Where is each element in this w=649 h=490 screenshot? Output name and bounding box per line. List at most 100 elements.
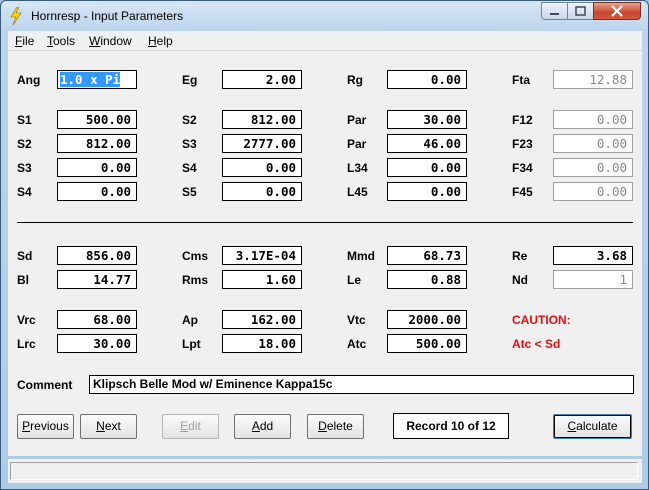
calculate-label: alculate xyxy=(576,419,618,433)
label-f45: F45 xyxy=(512,185,533,199)
field-le[interactable]: 0.88 xyxy=(387,270,467,289)
label-mmd: Mmd xyxy=(347,249,375,263)
menu-tools-label: ools xyxy=(53,34,76,48)
label-s1: S1 xyxy=(17,113,32,127)
maximize-icon xyxy=(575,6,586,16)
close-button[interactable] xyxy=(593,2,641,20)
add-label: dd xyxy=(259,419,274,433)
label-s5: S5 xyxy=(182,185,197,199)
label-fta: Fta xyxy=(512,73,530,87)
calculate-accel: C xyxy=(567,419,577,433)
menu-help-label: elp xyxy=(156,34,173,48)
field-atc[interactable]: 500.00 xyxy=(387,334,467,353)
next-label: ext xyxy=(104,419,121,433)
field-vrc[interactable]: 68.00 xyxy=(57,310,137,329)
menu-bar: File Tools Window Help xyxy=(8,31,642,51)
edit-button: Edit xyxy=(162,414,219,439)
label-sd: Sd xyxy=(17,249,33,263)
label-lpt: Lpt xyxy=(182,337,201,351)
caution-title: CAUTION: xyxy=(512,313,571,327)
field-par-1[interactable]: 30.00 xyxy=(387,110,467,129)
field-lpt[interactable]: 18.00 xyxy=(222,334,302,353)
label-f12: F12 xyxy=(512,113,533,127)
previous-accel: P xyxy=(22,419,31,433)
menu-window-label: indow xyxy=(100,34,132,48)
menu-tools[interactable]: Tools xyxy=(47,34,75,48)
delete-label: elete xyxy=(326,419,353,433)
delete-button[interactable]: Delete xyxy=(307,414,364,439)
comment-field[interactable]: Klipsch Belle Mod w/ Eminence Kappa15c xyxy=(89,375,634,394)
field-s2-bottom[interactable]: 812.00 xyxy=(57,134,137,153)
label-par-1: Par xyxy=(347,113,367,127)
field-s2-top[interactable]: 812.00 xyxy=(222,110,302,129)
field-vtc[interactable]: 2000.00 xyxy=(387,310,467,329)
maximize-button[interactable] xyxy=(567,2,594,20)
field-s4-top[interactable]: 0.00 xyxy=(222,158,302,177)
label-nd: Nd xyxy=(512,273,528,287)
label-rg: Rg xyxy=(347,73,363,87)
field-eg[interactable]: 2.00 xyxy=(222,70,302,89)
field-l45[interactable]: 0.00 xyxy=(387,182,467,201)
label-bl: Bl xyxy=(17,273,29,287)
label-s2-bottom: S2 xyxy=(17,137,32,151)
label-ang: Ang xyxy=(17,73,41,87)
menu-file-label: ile xyxy=(22,34,35,48)
field-fta: 12.88 xyxy=(553,70,633,89)
calculate-button[interactable]: Calculate xyxy=(553,414,632,439)
field-lrc[interactable]: 30.00 xyxy=(57,334,137,353)
status-bar xyxy=(8,459,642,483)
previous-button[interactable]: Previous xyxy=(17,414,74,439)
menu-file[interactable]: File xyxy=(15,34,34,48)
edit-accel: E xyxy=(180,419,189,433)
menu-window[interactable]: Window xyxy=(89,34,132,48)
field-par-2[interactable]: 46.00 xyxy=(387,134,467,153)
field-s3-top[interactable]: 2777.00 xyxy=(222,134,302,153)
label-le: Le xyxy=(347,273,362,287)
input-parameters-panel: Ang 1.0 x Pi Eg 2.00 Rg 0.00 Fta 12.88 S… xyxy=(8,51,642,456)
menu-window-accel: W xyxy=(89,34,101,48)
field-cms[interactable]: 3.17E-04 xyxy=(222,246,302,265)
next-button[interactable]: Next xyxy=(80,414,137,439)
label-ap: Ap xyxy=(182,313,198,327)
label-s2-top: S2 xyxy=(182,113,197,127)
title-bar[interactable]: Hornresp - Input Parameters xyxy=(1,1,648,31)
label-l34: L34 xyxy=(347,161,368,175)
record-indicator: Record 10 of 12 xyxy=(393,413,509,439)
caution-message: Atc < Sd xyxy=(512,337,561,351)
field-ang[interactable]: 1.0 x Pi xyxy=(57,70,137,89)
field-s3-bottom[interactable]: 0.00 xyxy=(57,158,137,177)
label-re: Re xyxy=(512,249,528,263)
delete-accel: D xyxy=(318,419,327,433)
add-accel: A xyxy=(251,419,260,433)
field-rms[interactable]: 1.60 xyxy=(222,270,302,289)
field-s1[interactable]: 500.00 xyxy=(57,110,137,129)
minimize-icon xyxy=(550,13,559,15)
field-ap[interactable]: 162.00 xyxy=(222,310,302,329)
section-divider xyxy=(17,222,633,223)
edit-label: dit xyxy=(188,419,201,433)
field-sd[interactable]: 856.00 xyxy=(57,246,137,265)
field-rg[interactable]: 0.00 xyxy=(387,70,467,89)
field-ang-selected-text: 1.0 x Pi xyxy=(60,72,121,87)
add-button[interactable]: Add xyxy=(234,414,291,439)
label-vrc: Vrc xyxy=(17,313,36,327)
field-bl[interactable]: 14.77 xyxy=(57,270,137,289)
label-comment: Comment xyxy=(17,378,73,392)
field-re[interactable]: 3.68 xyxy=(553,246,633,265)
field-s4-bottom[interactable]: 0.00 xyxy=(57,182,137,201)
label-rms: Rms xyxy=(182,273,209,287)
label-s3-bottom: S3 xyxy=(17,161,32,175)
minimize-button[interactable] xyxy=(541,2,568,20)
lightning-bolt-icon xyxy=(10,7,22,25)
close-icon xyxy=(611,5,623,17)
field-nd: 1 xyxy=(553,270,633,289)
field-l34[interactable]: 0.00 xyxy=(387,158,467,177)
label-cms: Cms xyxy=(182,249,209,263)
label-s3-top: S3 xyxy=(182,137,197,151)
menu-help[interactable]: Help xyxy=(148,34,173,48)
next-accel: N xyxy=(96,419,105,433)
field-s5[interactable]: 0.00 xyxy=(222,182,302,201)
field-mmd[interactable]: 68.73 xyxy=(387,246,467,265)
label-vtc: Vtc xyxy=(347,313,366,327)
status-field xyxy=(10,462,638,480)
